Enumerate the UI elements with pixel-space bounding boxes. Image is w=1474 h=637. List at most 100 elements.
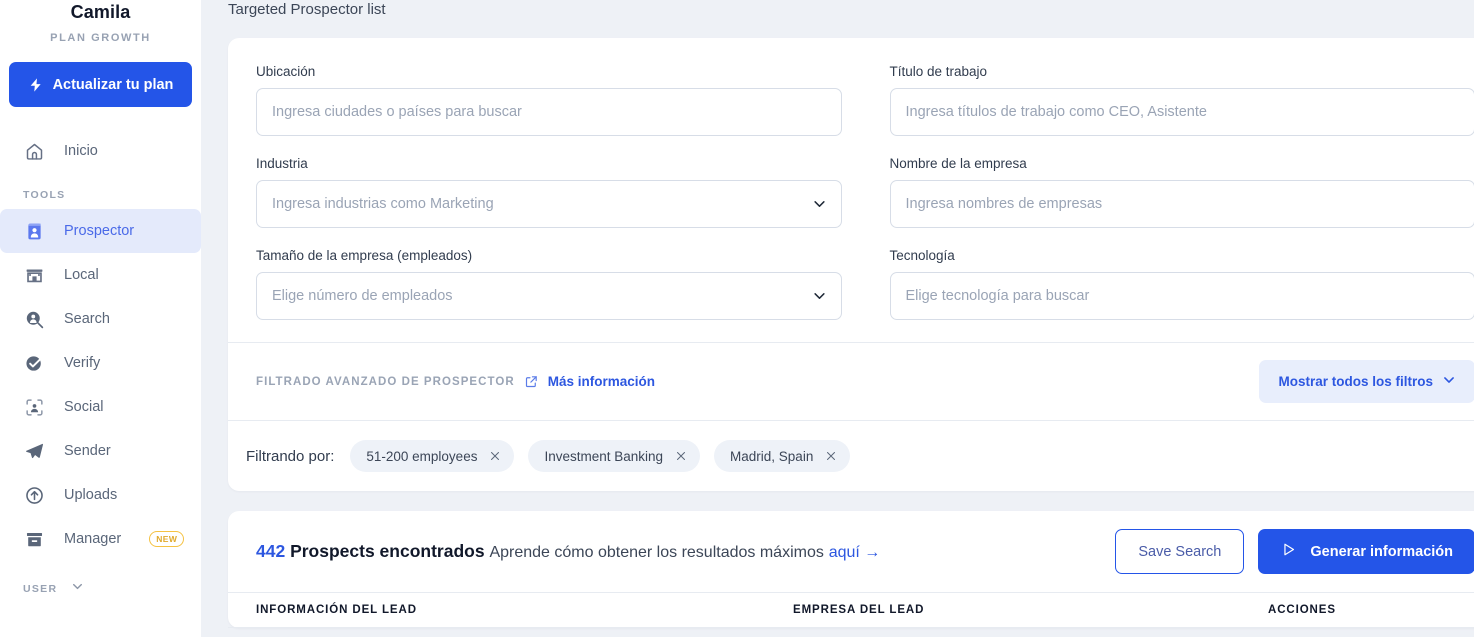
page-title: Targeted Prospector list [228, 1, 386, 18]
sidebar-item-social[interactable]: Social [0, 385, 201, 429]
filters-grid: Ubicación Industria Tamaño de l [228, 38, 1474, 342]
close-icon[interactable] [675, 450, 687, 462]
results-hint: Aprende cómo obtener los resultados máxi… [489, 544, 824, 561]
generate-info-button[interactable]: Generar información [1258, 529, 1474, 574]
filtering-by-row: Filtrando por: 51-200 employees Investme… [228, 421, 1474, 491]
ubicacion-input[interactable] [256, 88, 842, 136]
sidebar-item-local[interactable]: Local [0, 253, 201, 297]
sidebar-item-manager[interactable]: Manager NEW [0, 517, 201, 561]
play-triangle-icon [1280, 541, 1297, 562]
column-header-actions: ACCIONES [1268, 604, 1336, 616]
field-empresa: Nombre de la empresa [889, 156, 1474, 228]
results-summary: 442 Prospects encontrados Aprende cómo o… [256, 541, 880, 562]
advanced-filter-row: FILTRADO AVANZADO DE PROSPECTOR Más info… [228, 343, 1474, 420]
field-tamano: Tamaño de la empresa (empleados) [256, 248, 842, 320]
sidebar-item-sender[interactable]: Sender [0, 429, 201, 473]
field-tecnologia: Tecnología [889, 248, 1474, 320]
sidebar-item-prospector[interactable]: Prospector [0, 209, 201, 253]
storefront-icon [23, 264, 45, 286]
filter-chip-label: 51-200 employees [366, 448, 478, 464]
results-header: 442 Prospects encontrados Aprende cómo o… [228, 511, 1474, 592]
sidebar-item-label: Sender [64, 443, 111, 459]
check-badge-icon [23, 352, 45, 374]
sidebar-section-tools: TOOLS [23, 189, 66, 201]
external-link-icon[interactable] [524, 374, 539, 389]
field-label-industria: Industria [256, 156, 308, 171]
sidebar-item-label: Uploads [64, 487, 118, 503]
sidebar: Camila PLAN GROWTH Actualizar tu plan In… [0, 0, 201, 637]
tecnologia-input[interactable] [889, 272, 1474, 320]
sidebar-item-label: Search [64, 311, 110, 327]
field-label-tecnologia: Tecnología [889, 248, 955, 263]
sidebar-item-label: Verify [64, 355, 101, 371]
filter-chip-label: Investment Banking [544, 448, 664, 464]
main-content: Targeted Prospector list Ubicación Indus… [201, 0, 1474, 637]
close-icon[interactable] [825, 450, 837, 462]
app-root: Camila PLAN GROWTH Actualizar tu plan In… [0, 0, 1474, 637]
sidebar-item-label: Prospector [64, 223, 135, 239]
field-ubicacion: Ubicación [256, 64, 842, 136]
sidebar-item-label: Manager [64, 531, 122, 547]
upload-circle-icon [23, 484, 45, 506]
filters-column-right: Título de trabajo Nombre de la empresa T… [889, 64, 1474, 320]
sidebar-nav: Inicio TOOLS Prospector Local Search Ver… [0, 129, 201, 598]
person-search-icon [23, 308, 45, 330]
results-card: 442 Prospects encontrados Aprende cómo o… [228, 511, 1474, 628]
sidebar-item-search[interactable]: Search [0, 297, 201, 341]
close-icon[interactable] [489, 450, 501, 462]
show-all-filters-button[interactable]: Mostrar todos los filtros [1259, 360, 1474, 403]
sidebar-item-verify[interactable]: Verify [0, 341, 201, 385]
save-search-button[interactable]: Save Search [1115, 529, 1245, 574]
id-card-icon [23, 220, 45, 242]
filter-chip-label: Madrid, Spain [730, 448, 814, 464]
empresa-input[interactable] [889, 180, 1474, 228]
results-hint-link-label: aquí [828, 544, 860, 561]
field-label-tamano: Tamaño de la empresa (empleados) [256, 248, 473, 263]
results-table-header: INFORMACIÓN DEL LEAD EMPRESA DEL LEAD AC… [228, 592, 1474, 628]
column-header-lead-info: INFORMACIÓN DEL LEAD [256, 604, 417, 616]
sidebar-item-inicio[interactable]: Inicio [0, 129, 201, 173]
filters-column-left: Ubicación Industria Tamaño de l [256, 64, 842, 320]
results-hint-link[interactable]: aquí → [829, 544, 881, 561]
status-badge-new: NEW [149, 531, 185, 547]
advanced-filter-label: FILTRADO AVANZADO DE PROSPECTOR [256, 375, 515, 388]
sidebar-item-uploads[interactable]: Uploads [0, 473, 201, 517]
field-industria: Industria [256, 156, 842, 228]
filter-chip[interactable]: Investment Banking [528, 440, 701, 472]
advanced-filter-left: FILTRADO AVANZADO DE PROSPECTOR Más info… [256, 374, 655, 389]
archive-box-icon [23, 528, 45, 550]
industria-select-wrap [256, 180, 842, 228]
field-label-empresa: Nombre de la empresa [889, 156, 1027, 171]
brand-name: Camila [70, 2, 131, 22]
sidebar-item-label: Social [64, 399, 104, 415]
field-label-ubicacion: Ubicación [256, 64, 316, 79]
sidebar-item-label: Inicio [64, 143, 98, 159]
chevron-down-icon [71, 580, 84, 598]
industria-input[interactable] [256, 180, 842, 228]
titulo-input[interactable] [889, 88, 1474, 136]
brand-plan: PLAN GROWTH [50, 32, 151, 44]
filter-chip[interactable]: 51-200 employees [350, 440, 515, 472]
results-count-label: Prospects encontrados [290, 541, 485, 561]
filters-card: Ubicación Industria Tamaño de l [228, 38, 1474, 491]
column-header-lead-company: EMPRESA DEL LEAD [793, 604, 925, 616]
sidebar-item-label: Local [64, 267, 99, 283]
lightning-bolt-icon [28, 77, 44, 93]
filtering-by-label: Filtrando por: [246, 447, 335, 465]
filter-chip[interactable]: Madrid, Spain [714, 440, 851, 472]
field-titulo: Título de trabajo [889, 64, 1474, 136]
brand: Camila PLAN GROWTH [0, 0, 201, 44]
results-actions: Save Search Generar información [1115, 529, 1474, 574]
upgrade-plan-label: Actualizar tu plan [52, 76, 174, 93]
home-icon [23, 140, 45, 162]
results-count: 442 [256, 541, 286, 561]
face-scan-icon [23, 396, 45, 418]
tamano-select-wrap [256, 272, 842, 320]
sidebar-section-user[interactable]: USER [0, 580, 201, 598]
upgrade-plan-button[interactable]: Actualizar tu plan [9, 62, 192, 107]
more-info-link[interactable]: Más información [548, 374, 655, 389]
show-all-filters-label: Mostrar todos los filtros [1278, 374, 1433, 389]
field-label-titulo: Título de trabajo [889, 64, 988, 79]
tamano-input[interactable] [256, 272, 842, 320]
sidebar-user-label: USER [23, 583, 58, 595]
